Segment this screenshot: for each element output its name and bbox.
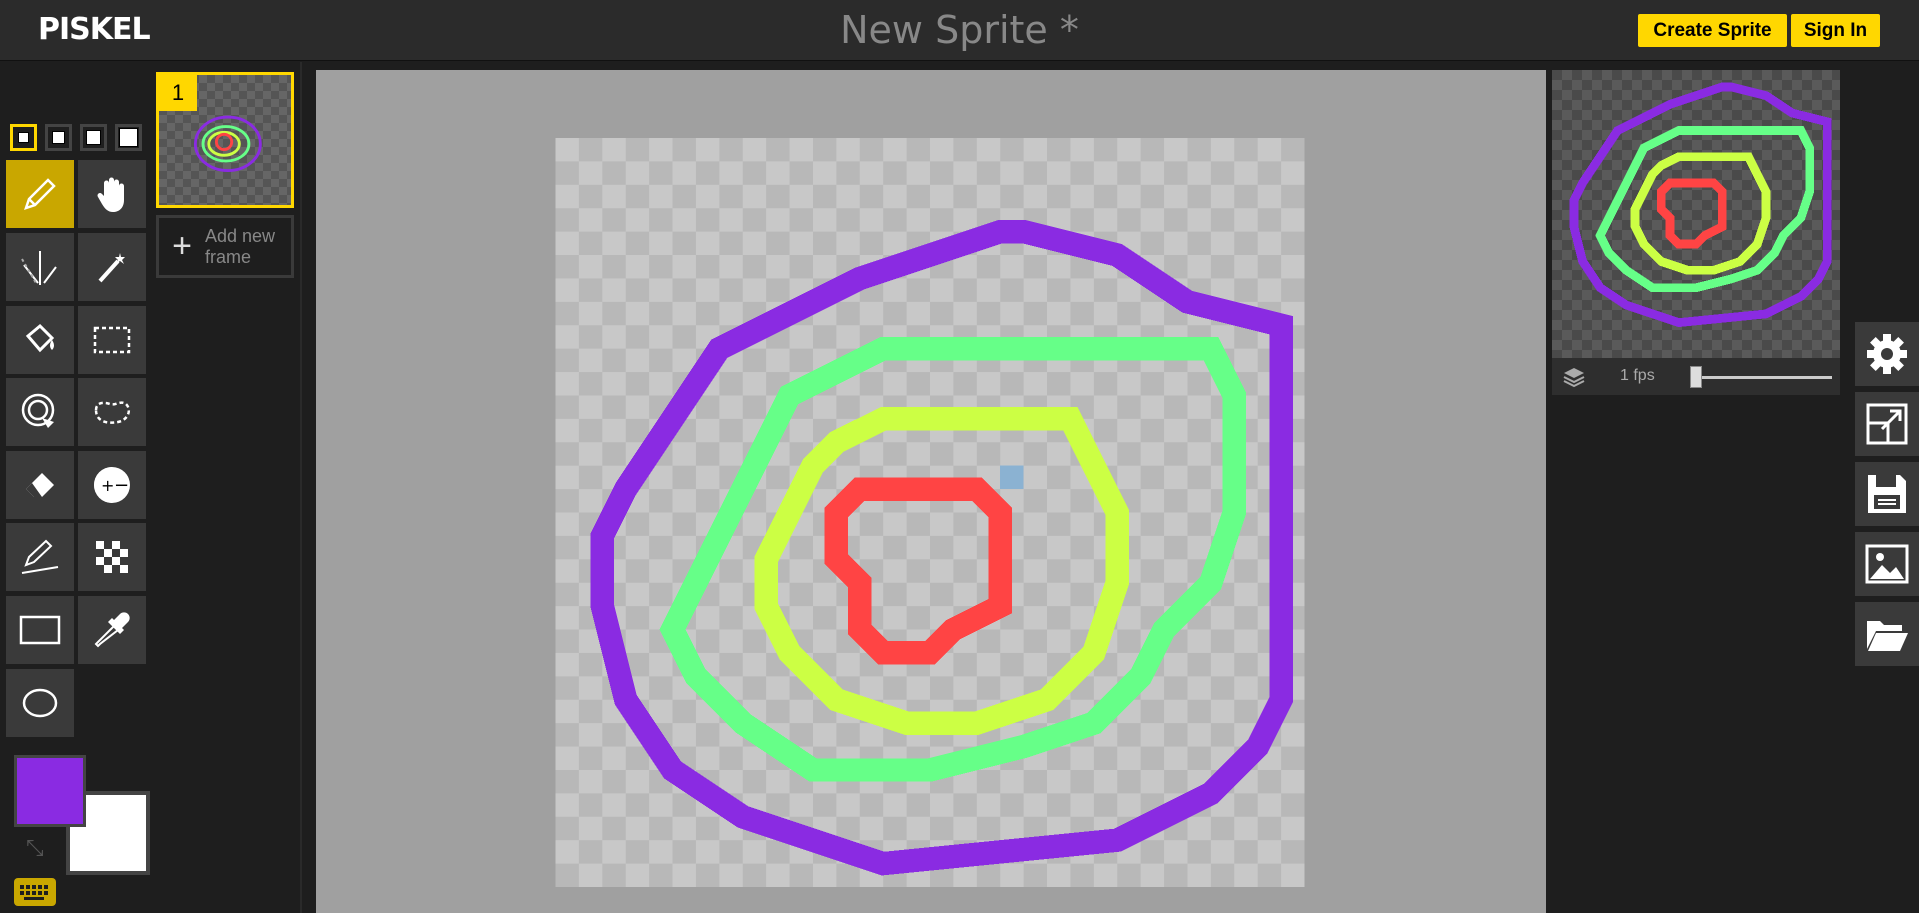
pen-size-4[interactable] [115,124,142,151]
rectangle-icon [19,615,61,645]
paint-all-same-color-tool[interactable] [6,378,74,446]
lighten-icon: + − [94,467,130,503]
lasso-icon [94,401,130,424]
pen-size-1[interactable] [10,124,37,151]
move-tool[interactable] [78,160,146,228]
save-button[interactable] [1855,462,1919,526]
line-icon [21,539,59,574]
image-icon [1865,544,1909,584]
pen-size-2[interactable] [45,124,72,151]
color-picker-tool[interactable] [78,596,146,664]
gear-icon [1867,334,1907,374]
keyboard-shortcuts-icon[interactable] [14,878,56,906]
frame-thumbnail-1[interactable]: 1 [156,72,294,208]
hand-icon [97,177,124,212]
swap-colors-icon[interactable]: ⤡ [26,835,44,861]
ring-stroke [1656,178,1727,249]
ellipse-icon [22,688,58,718]
settings-button[interactable] [1855,322,1919,386]
mirror-pen-icon [21,251,57,285]
folder-open-icon [1867,621,1908,651]
lasso-select-tool[interactable] [78,378,146,446]
resize-icon [1866,403,1908,445]
pen-size-selector [10,124,142,151]
rectangle-tool[interactable] [6,596,74,664]
preview-art [1569,82,1832,328]
frame-thumbnail-art [193,115,262,173]
floppy-disk-icon [1868,475,1906,513]
sprite-title[interactable]: New Sprite * [0,8,1919,52]
add-frame-label: Add new frame [205,225,276,267]
color-swap-icon [21,393,55,428]
fps-bar: 1 fps [1552,358,1840,395]
app-header: PISKEL New Sprite * Create Sprite Sign I… [0,0,1919,61]
sign-in-button[interactable]: Sign In [1791,14,1880,47]
ring-stroke [1630,152,1771,275]
primary-color-swatch[interactable] [14,755,86,827]
paint-bucket-icon [25,323,55,353]
eyedropper-icon [94,612,130,648]
fps-slider-track[interactable] [1692,376,1832,379]
animation-preview[interactable] [1552,70,1840,358]
rectangle-select-icon [93,326,131,354]
svg-text:+: + [101,476,114,495]
eraser-tool[interactable] [6,451,74,519]
stroke-tool[interactable] [6,523,74,591]
lighten-darken-tool[interactable]: + − [78,451,146,519]
fps-slider-handle[interactable] [1690,366,1702,388]
add-new-frame-button[interactable]: + Add new frame [156,215,294,278]
resize-button[interactable] [1855,392,1919,456]
import-button[interactable] [1855,602,1919,666]
pen-size-3[interactable] [80,124,107,151]
svg-text:−: − [114,475,129,496]
create-sprite-button[interactable]: Create Sprite [1638,14,1787,47]
paint-bucket-tool[interactable] [6,306,74,374]
rectangle-select-tool[interactable] [78,306,146,374]
pen-tool[interactable] [6,160,74,228]
cursor-highlight [1000,465,1024,490]
vertical-mirror-pen-tool[interactable] [6,233,74,301]
eraser-icon [26,473,54,497]
magic-wand-icon [98,253,125,283]
pencil-icon [24,178,56,210]
export-button[interactable] [1855,532,1919,596]
circle-tool[interactable] [6,669,74,737]
checker-icon [96,541,128,573]
frames-panel: 1 + Add new frame [150,62,302,913]
pixel-canvas[interactable] [555,138,1305,887]
plus-icon: + [172,227,192,265]
dithering-tool[interactable] [78,523,146,591]
layers-icon[interactable] [1562,366,1586,388]
fps-label: 1 fps [1620,367,1655,384]
magic-wand-tool[interactable] [78,233,146,301]
